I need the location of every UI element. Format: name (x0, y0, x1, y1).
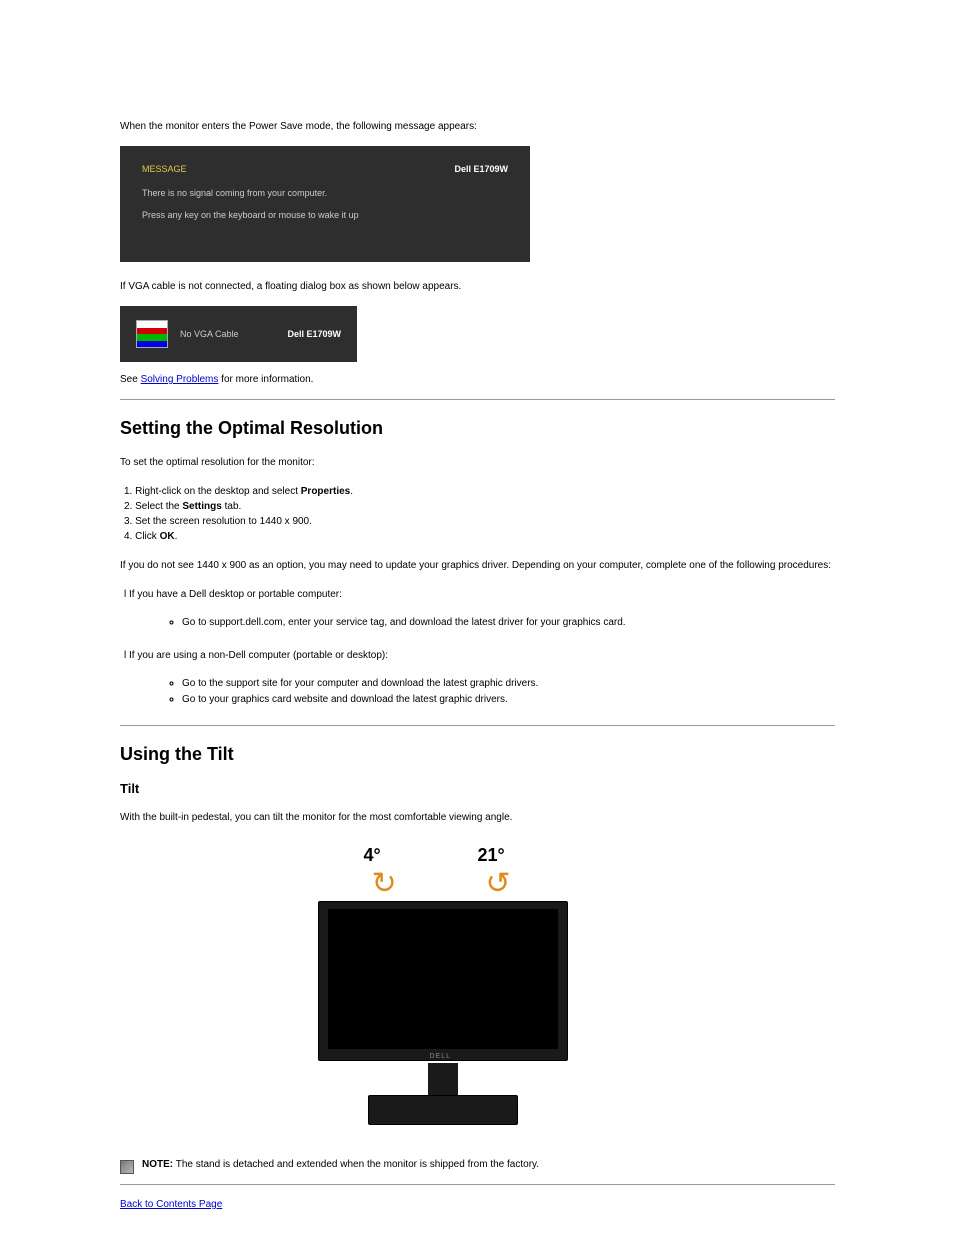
para-update-driver: If you do not see 1440 x 900 as an optio… (120, 558, 835, 573)
list2-sub2: Go to your graphics card website and dow… (182, 693, 835, 707)
monitor-screen (328, 909, 558, 1049)
para-tilt: With the built-in pedestal, you can tilt… (120, 810, 835, 825)
note-icon (120, 1160, 134, 1174)
osd-no-vga-box: No VGA Cable Dell E1709W (120, 306, 357, 362)
list2-sub1: Go to the support site for your computer… (182, 677, 835, 691)
list2-lead: l If you are using a non-Dell computer (… (124, 648, 835, 663)
step-2: 2. Select the Settings tab. (124, 499, 835, 514)
monitor-logo: DELL (430, 1053, 452, 1060)
monitor-figure: 4° 21° ↻ ↺ DELL (308, 845, 648, 1135)
heading-tilt: Tilt (120, 781, 835, 796)
step-4: 4. Click OK. (124, 529, 835, 544)
see-more-text: See Solving Problems for more informatio… (120, 374, 835, 385)
divider (120, 1184, 835, 1185)
osd-model-label-2: Dell E1709W (287, 329, 341, 339)
back-to-contents: Back to Contents Page (120, 1199, 835, 1210)
monitor-base (368, 1095, 518, 1125)
back-to-contents-link[interactable]: Back to Contents Page (120, 1199, 222, 1210)
osd-line1: There is no signal coming from your comp… (142, 188, 508, 198)
arrow-up-icon: ↺ (486, 869, 511, 899)
intro-text: When the monitor enters the Power Save m… (120, 120, 835, 134)
solving-problems-link[interactable]: Solving Problems (141, 374, 219, 385)
between-text: If VGA cable is not connected, a floatin… (120, 280, 835, 294)
para-set-resolution: To set the optimal resolution for the mo… (120, 455, 835, 470)
list1-lead: l If you have a Dell desktop or portable… (124, 587, 835, 602)
see-prefix: See (120, 374, 141, 385)
osd-line2: Press any key on the keyboard or mouse t… (142, 210, 508, 220)
list1-sub1: Go to support.dell.com, enter your servi… (182, 616, 835, 630)
osd-message-label: MESSAGE (142, 164, 187, 174)
list1-sublist: Go to support.dell.com, enter your servi… (182, 616, 835, 630)
note-row: NOTE: The stand is detached and extended… (120, 1159, 835, 1174)
color-bars-icon (136, 320, 168, 348)
step-1: 1. Right-click on the desktop and select… (124, 484, 835, 499)
divider (120, 725, 835, 726)
list2-sublist: Go to the support site for your computer… (182, 677, 835, 707)
step-3: 3. Set the screen resolution to 1440 x 9… (124, 514, 835, 529)
heading-using-tilt: Using the Tilt (120, 744, 835, 765)
monitor-neck (428, 1063, 458, 1095)
tilt-angle-right: 21° (478, 845, 505, 866)
no-vga-text: No VGA Cable (180, 329, 275, 339)
osd-model-label: Dell E1709W (454, 164, 508, 174)
tilt-angle-left: 4° (364, 845, 381, 866)
arrow-down-icon: ↻ (372, 869, 397, 899)
divider (120, 399, 835, 400)
see-suffix: for more information. (218, 374, 313, 385)
heading-optimal-resolution: Setting the Optimal Resolution (120, 418, 835, 439)
osd-message-box: MESSAGE Dell E1709W There is no signal c… (120, 146, 530, 262)
steps-block: 1. Right-click on the desktop and select… (124, 484, 835, 544)
note-text: NOTE: The stand is detached and extended… (142, 1159, 539, 1170)
monitor-figure-wrap: 4° 21° ↻ ↺ DELL (120, 845, 835, 1135)
